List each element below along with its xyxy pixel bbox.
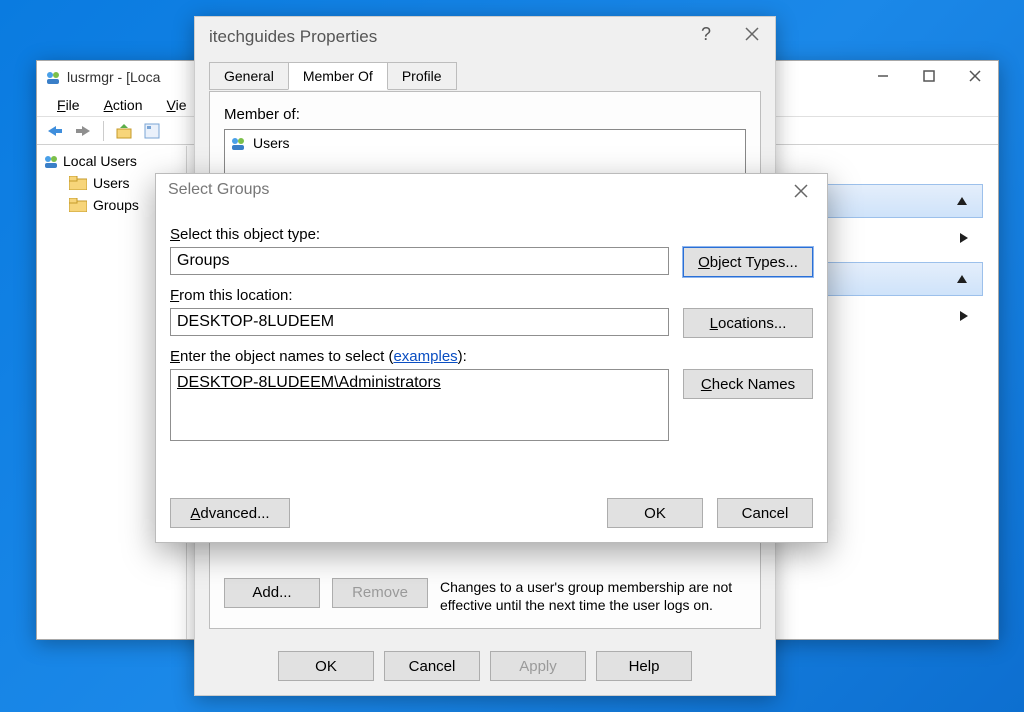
tab-member-of[interactable]: Member Of — [288, 62, 388, 90]
menu-action[interactable]: Action — [92, 95, 155, 115]
object-names-input[interactable]: DESKTOP-8LUDEEM\Administrators — [170, 369, 669, 441]
ok-button[interactable]: OK — [278, 651, 374, 681]
chevron-up-icon — [956, 274, 968, 284]
tabstrip: General Member Of Profile — [209, 61, 775, 89]
maximize-button[interactable] — [906, 61, 952, 91]
people-icon — [45, 69, 61, 85]
properties-title: itechguides Properties — [209, 27, 377, 47]
chevron-right-icon — [959, 310, 969, 322]
object-names-label: Enter the object names to select (exampl… — [170, 348, 813, 365]
main-title: lusrmgr - [Loca — [67, 69, 160, 85]
location-field: DESKTOP-8LUDEEM — [170, 308, 669, 336]
group-icon — [229, 135, 247, 151]
tree-users-label: Users — [93, 175, 130, 191]
folder-icon — [69, 198, 87, 212]
list-item[interactable]: Users — [227, 132, 743, 154]
forward-button[interactable] — [71, 120, 95, 142]
properties-titlebar[interactable]: itechguides Properties ? — [195, 17, 775, 57]
help-button[interactable]: ? — [683, 17, 729, 51]
minimize-button[interactable] — [860, 61, 906, 91]
cancel-button[interactable]: Cancel — [384, 651, 480, 681]
back-button[interactable] — [43, 120, 67, 142]
location-label: From this location: — [170, 287, 813, 304]
help-button[interactable]: Help — [596, 651, 692, 681]
apply-button[interactable]: Apply — [490, 651, 586, 681]
tab-general[interactable]: General — [209, 62, 289, 90]
remove-button[interactable]: Remove — [332, 578, 428, 608]
locations-button[interactable]: Locations... — [683, 308, 813, 338]
object-names-value: DESKTOP-8LUDEEM\Administrators — [177, 374, 441, 392]
object-type-field: Groups — [170, 247, 669, 275]
group-icon — [43, 153, 59, 169]
examples-link[interactable]: examples — [393, 348, 457, 365]
ok-button[interactable]: OK — [607, 498, 703, 528]
up-folder-button[interactable] — [112, 120, 136, 142]
cancel-button[interactable]: Cancel — [717, 498, 813, 528]
tree-groups-label: Groups — [93, 197, 139, 213]
tree-root[interactable]: Local Users — [39, 150, 184, 172]
select-title: Select Groups — [168, 181, 269, 199]
add-button[interactable]: Add... — [224, 578, 320, 608]
close-button[interactable] — [952, 61, 998, 91]
select-groups-dialog: Select Groups Select this object type: G… — [155, 173, 828, 543]
menu-file[interactable]: File — [45, 95, 92, 115]
object-types-button[interactable]: Object Types... — [683, 247, 813, 277]
folder-icon — [69, 176, 87, 190]
advanced-button[interactable]: Advanced... — [170, 498, 290, 528]
select-titlebar[interactable]: Select Groups — [156, 174, 827, 206]
list-item-label: Users — [253, 135, 290, 151]
object-type-label: Select this object type: — [170, 226, 813, 243]
tree-root-label: Local Users — [63, 153, 137, 169]
close-button[interactable] — [729, 17, 775, 51]
close-button[interactable] — [781, 178, 821, 204]
chevron-up-icon — [956, 196, 968, 206]
chevron-right-icon — [959, 232, 969, 244]
menu-view[interactable]: Vie — [155, 95, 199, 115]
tab-profile[interactable]: Profile — [387, 62, 457, 90]
membership-note: Changes to a user's group membership are… — [440, 578, 746, 614]
separator — [103, 121, 104, 141]
check-names-button[interactable]: Check Names — [683, 369, 813, 399]
member-of-label: Member of: — [224, 106, 746, 123]
properties-button[interactable] — [140, 120, 164, 142]
